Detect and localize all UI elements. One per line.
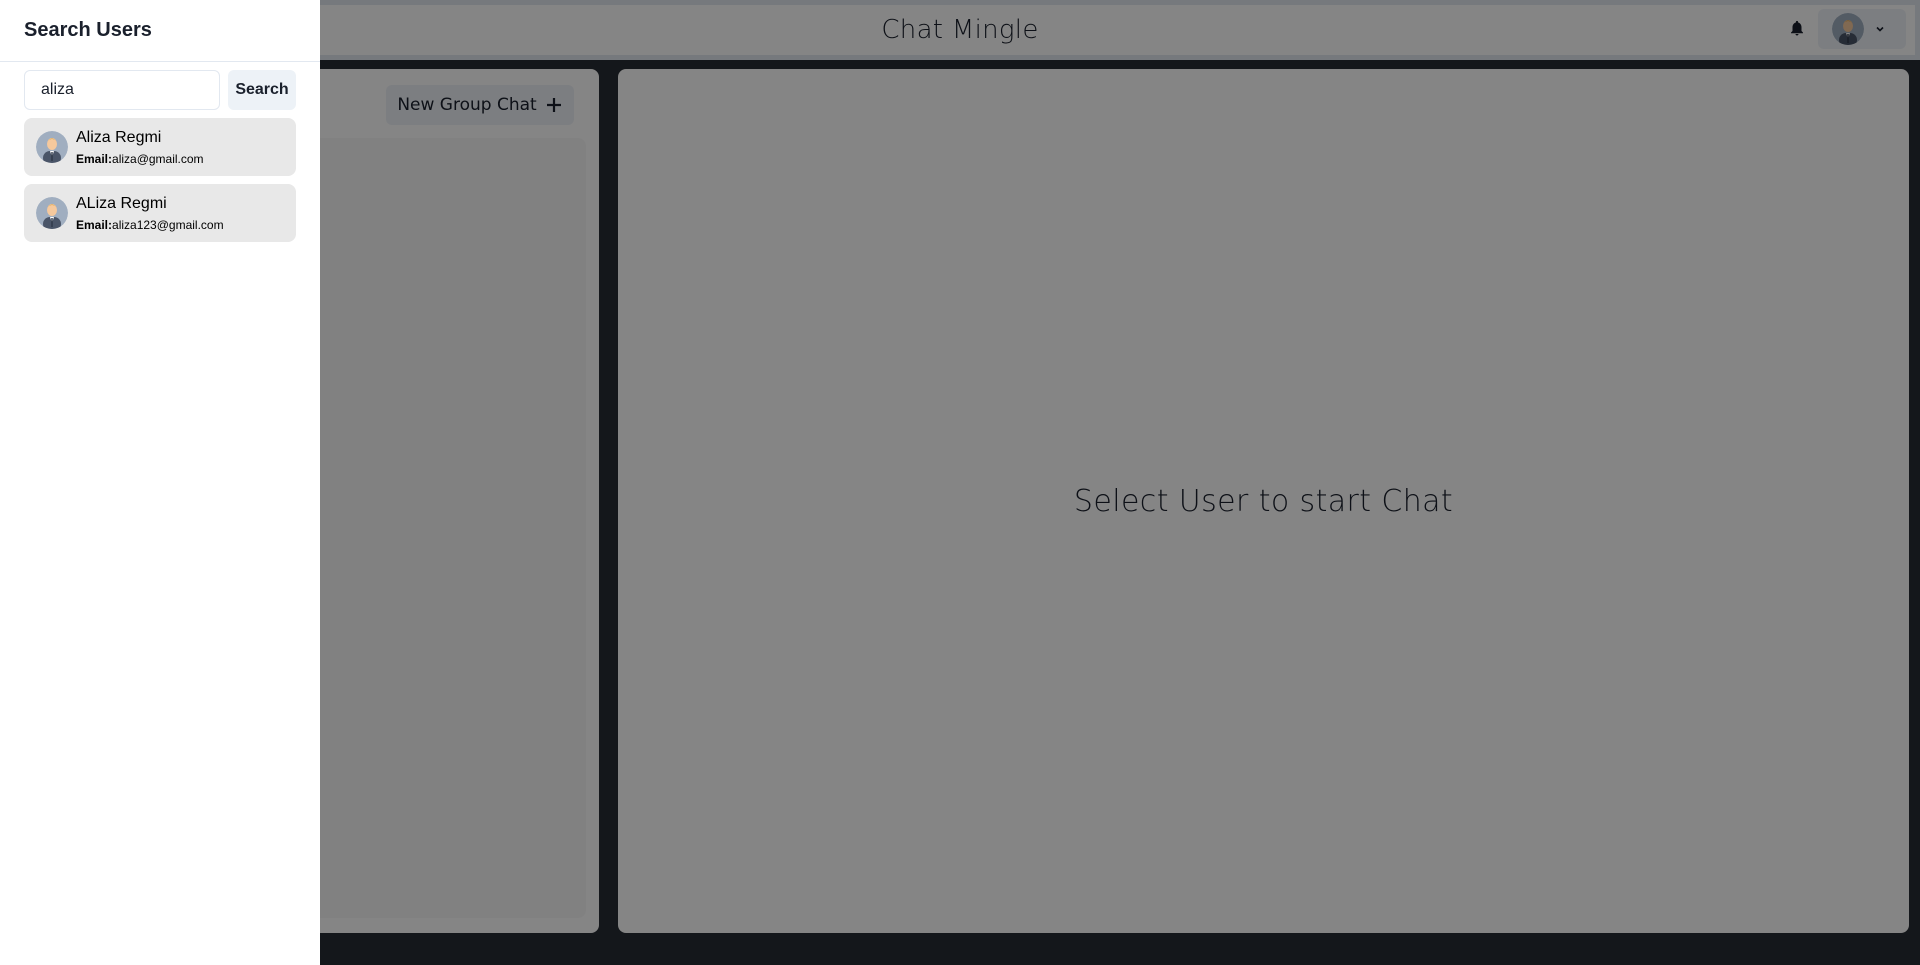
user-name: Aliza Regmi	[76, 128, 162, 146]
drawer-title: Search Users	[24, 19, 152, 41]
search-input[interactable]	[24, 70, 220, 110]
search-users-drawer: Search Users Search Aliza Regmi Email:al…	[0, 0, 320, 965]
avatar-icon	[36, 131, 68, 163]
user-info: Aliza Regmi Email:aliza@gmail.com	[76, 128, 204, 167]
drawer-header: Search Users	[0, 0, 320, 62]
search-row: Search	[24, 70, 296, 110]
user-email-line: Email:aliza123@gmail.com	[76, 217, 224, 233]
search-button[interactable]: Search	[228, 70, 296, 110]
user-name: ALiza Regmi	[76, 194, 167, 212]
user-result-item[interactable]: ALiza Regmi Email:aliza123@gmail.com	[24, 184, 296, 242]
avatar-icon	[36, 197, 68, 229]
search-results: Aliza Regmi Email:aliza@gmail.com ALiza …	[24, 118, 296, 250]
email-label: Email:	[76, 217, 113, 232]
user-result-item[interactable]: Aliza Regmi Email:aliza@gmail.com	[24, 118, 296, 176]
user-email: aliza@gmail.com	[112, 151, 204, 166]
user-info: ALiza Regmi Email:aliza123@gmail.com	[76, 194, 224, 233]
user-email-line: Email:aliza@gmail.com	[76, 151, 204, 167]
email-label: Email:	[76, 151, 113, 166]
user-email: aliza123@gmail.com	[112, 217, 224, 232]
